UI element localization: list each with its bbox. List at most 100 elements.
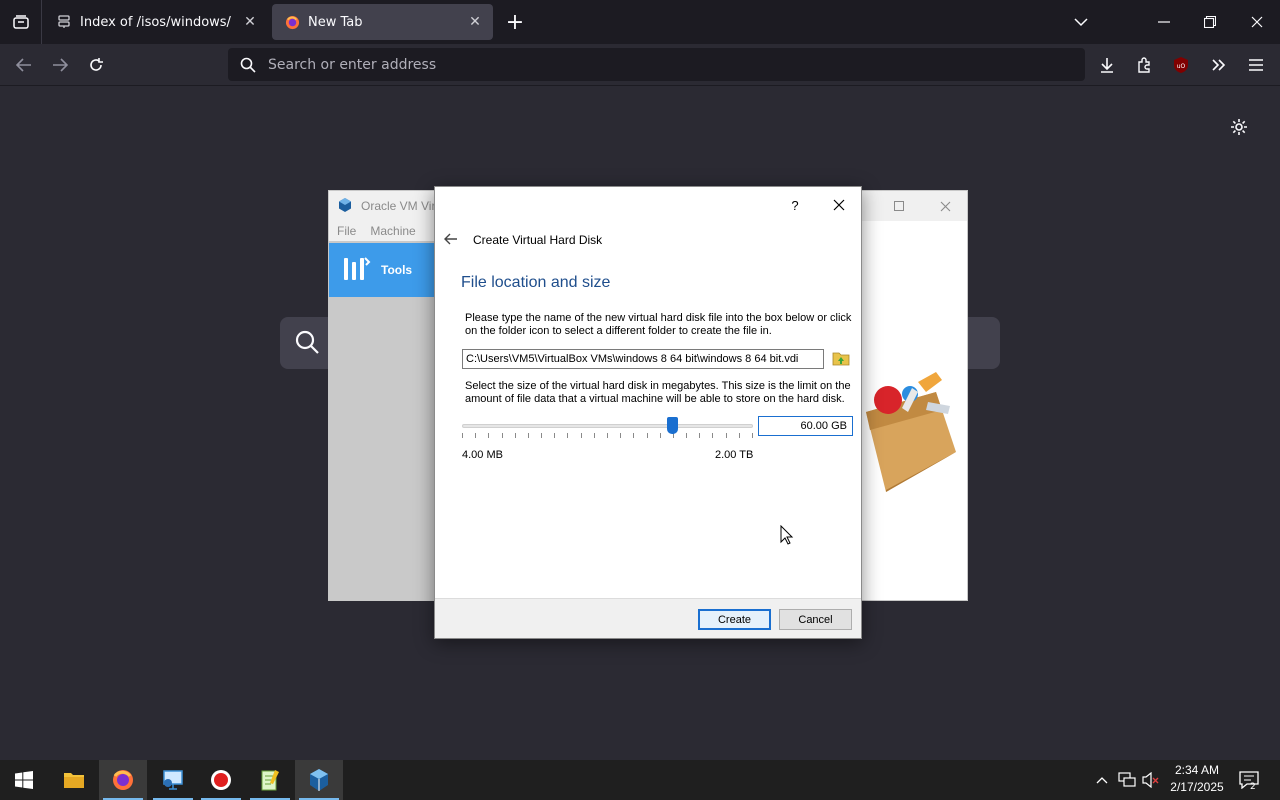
- vbox-menu-bar: File Machine: [329, 221, 434, 241]
- remote-desktop-icon[interactable]: [149, 760, 197, 800]
- windows-start-icon[interactable]: [0, 760, 48, 800]
- size-instructions: Select the size of the virtual hard disk…: [465, 380, 851, 405]
- overflow-menu-icon[interactable]: [1204, 50, 1234, 80]
- slider-track: [462, 424, 753, 428]
- file-location-instructions: Please type the name of the new virtual …: [465, 312, 852, 337]
- create-button[interactable]: Create: [698, 609, 771, 630]
- tab-list-all-icon[interactable]: [0, 0, 42, 44]
- disk-size-slider[interactable]: [462, 415, 753, 441]
- page-heading: File location and size: [461, 274, 611, 291]
- slider-thumb[interactable]: [667, 417, 678, 434]
- slider-tick: [515, 433, 516, 438]
- slider-tick: [726, 433, 727, 438]
- new-tab-button[interactable]: +: [502, 8, 528, 36]
- volume-muted-icon[interactable]: [1140, 760, 1162, 800]
- slider-tick: [502, 433, 503, 438]
- search-icon: [228, 57, 268, 73]
- menu-machine[interactable]: Machine: [370, 224, 415, 238]
- hamburger-menu-icon[interactable]: [1241, 50, 1271, 80]
- slider-max-label: 2.00 TB: [715, 449, 754, 461]
- back-arrow-icon[interactable]: [9, 50, 39, 80]
- address-bar[interactable]: [228, 48, 1085, 81]
- folder-browse-icon[interactable]: [831, 348, 851, 368]
- slider-tick: [752, 433, 753, 438]
- menu-file[interactable]: File: [337, 224, 356, 238]
- dialog-footer: Create Cancel: [435, 598, 861, 638]
- tab-close-icon[interactable]: ✕: [238, 10, 262, 34]
- dialog-close-icon[interactable]: [827, 193, 851, 217]
- taskbar-firefox-icon[interactable]: [99, 760, 147, 800]
- extensions-icon[interactable]: [1129, 50, 1159, 80]
- tab-label: Index of /isos/windows/: [80, 14, 231, 30]
- forward-arrow-icon[interactable]: [45, 50, 75, 80]
- slider-tick: [488, 433, 489, 438]
- virtualbox-logo-icon: [337, 197, 353, 216]
- slider-tick: [607, 433, 608, 438]
- tools-icon: [341, 254, 371, 287]
- server-icon: [56, 14, 72, 30]
- windows-taskbar: 2:34 AM 2/17/2025: [0, 760, 1280, 800]
- slider-tick: [620, 433, 621, 438]
- cancel-button[interactable]: Cancel: [779, 609, 852, 630]
- tab-index-isos[interactable]: Index of /isos/windows/ ✕: [44, 4, 268, 40]
- file-explorer-icon[interactable]: [50, 760, 98, 800]
- slider-tick: [739, 433, 740, 438]
- reload-icon[interactable]: [81, 50, 111, 80]
- slider-tick: [699, 433, 700, 438]
- clock-date: 2/17/2025: [1170, 780, 1224, 794]
- slider-tick: [462, 433, 463, 438]
- vbox-toolbox-illustration: [858, 362, 958, 498]
- browser-toolbar: uO: [0, 44, 1280, 86]
- back-arrow-icon[interactable]: [441, 229, 461, 249]
- vbox-title: Oracle VM Virt: [361, 199, 439, 213]
- mouse-cursor-icon: [780, 524, 794, 549]
- downloads-icon[interactable]: [1092, 50, 1122, 80]
- slider-tick: [541, 433, 542, 438]
- tab-label: New Tab: [308, 14, 363, 30]
- firefox-icon: [284, 14, 300, 30]
- ublock-origin-icon[interactable]: uO: [1166, 50, 1196, 80]
- vbox-sidebar: Tools: [329, 241, 434, 601]
- slider-tick: [594, 433, 595, 438]
- slider-tick: [633, 433, 634, 438]
- clock-time: 2:34 AM: [1174, 763, 1220, 777]
- settings-gear-icon[interactable]: [1226, 114, 1252, 140]
- tab-close-icon[interactable]: ✕: [463, 10, 487, 34]
- system-clock[interactable]: 2:34 AM 2/17/2025: [1164, 762, 1230, 798]
- notepad-plus-plus-icon[interactable]: [246, 760, 294, 800]
- network-icon[interactable]: [1116, 760, 1138, 800]
- tab-overflow-chevron-icon[interactable]: [1058, 0, 1104, 44]
- search-icon: [294, 329, 320, 359]
- disk-size-input[interactable]: [758, 416, 853, 436]
- file-location-input[interactable]: [462, 349, 824, 369]
- minimize-icon[interactable]: [1141, 0, 1187, 44]
- slider-tick: [581, 433, 582, 438]
- vbox-tools-item[interactable]: Tools: [329, 243, 434, 297]
- slider-tick: [647, 433, 648, 438]
- vbox-close-icon[interactable]: [924, 191, 966, 221]
- taskbar-virtualbox-icon[interactable]: [295, 760, 343, 800]
- screen-recorder-icon[interactable]: [197, 760, 245, 800]
- browser-tab-bar: Index of /isos/windows/ ✕ New Tab ✕ +: [0, 0, 1280, 44]
- slider-tick: [567, 433, 568, 438]
- action-center-icon[interactable]: [1234, 760, 1264, 800]
- slider-tick: [686, 433, 687, 438]
- slider-tick: [554, 433, 555, 438]
- wizard-title: Create Virtual Hard Disk: [473, 233, 603, 247]
- slider-tick: [528, 433, 529, 438]
- tab-new-tab[interactable]: New Tab ✕: [272, 4, 493, 40]
- restore-icon[interactable]: [1187, 0, 1233, 44]
- slider-tick: [660, 433, 661, 438]
- tools-label: Tools: [381, 263, 413, 277]
- slider-ticks: [462, 433, 753, 439]
- vbox-maximize-icon[interactable]: [878, 191, 920, 221]
- address-input[interactable]: [268, 56, 1085, 73]
- show-hidden-icons-chevron-icon[interactable]: [1092, 760, 1112, 800]
- create-virtual-hard-disk-dialog: ? Create Virtual Hard Disk File location…: [434, 186, 862, 639]
- help-button[interactable]: ?: [783, 193, 807, 217]
- window-close-icon[interactable]: [1234, 0, 1280, 44]
- slider-tick: [475, 433, 476, 438]
- slider-tick: [712, 433, 713, 438]
- notification-count-badge: 2: [1250, 782, 1256, 792]
- svg-text:uO: uO: [1177, 63, 1186, 70]
